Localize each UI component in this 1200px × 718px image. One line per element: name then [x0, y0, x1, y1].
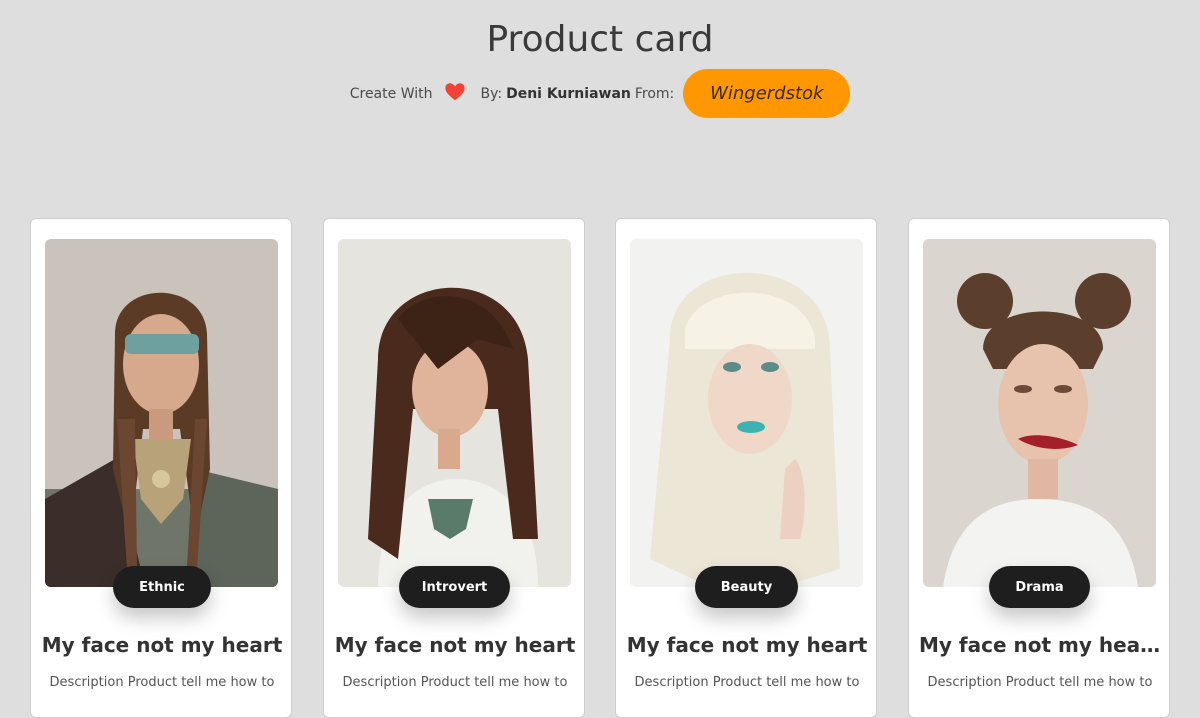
source-button[interactable]: Wingerdstok — [683, 69, 851, 118]
heart-icon — [445, 82, 466, 100]
product-card[interactable]: Drama My face not my heart ... Descripti… — [908, 218, 1170, 718]
card-description: Description Product tell me how to — [49, 675, 275, 690]
card-description: Description Product tell me how to — [342, 675, 568, 690]
author-name: Deni Kurniawan — [506, 85, 631, 102]
product-card[interactable]: Ethnic My face not my heart Description … — [30, 218, 292, 718]
card-title: My face not my heart — [626, 633, 868, 657]
product-card-list: Ethnic My face not my heart Description … — [30, 218, 1170, 718]
card-description: Description Product tell me how to — [634, 675, 860, 690]
by-label: By: — [480, 85, 503, 102]
product-image — [923, 239, 1156, 587]
card-title: My face not my heart — [41, 633, 283, 657]
credits-bar: Create With By: Deni Kurniawan From: Win… — [0, 69, 1200, 118]
category-tag[interactable]: Beauty — [695, 566, 798, 608]
from-label: From: — [634, 85, 675, 102]
product-card[interactable]: Introvert My face not my heart Descripti… — [323, 218, 585, 718]
category-tag[interactable]: Drama — [989, 566, 1090, 608]
product-image — [338, 239, 571, 587]
category-tag[interactable]: Ethnic — [113, 566, 211, 608]
card-title: My face not my heart ... — [919, 633, 1161, 657]
card-description: Description Product tell me how to — [927, 675, 1153, 690]
page-title: Product card — [486, 19, 714, 60]
product-card[interactable]: Beauty My face not my heart Description … — [615, 218, 877, 718]
product-image — [630, 239, 863, 587]
category-tag[interactable]: Introvert — [399, 566, 510, 608]
create-with-label: Create With — [349, 85, 433, 102]
product-image — [45, 239, 278, 587]
card-title: My face not my heart — [334, 633, 576, 657]
